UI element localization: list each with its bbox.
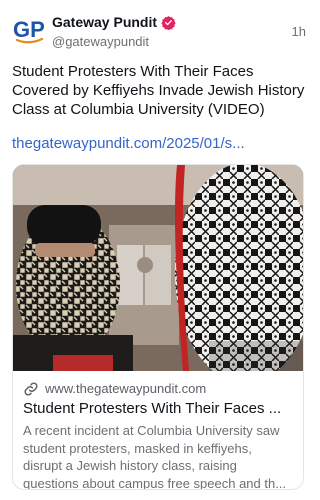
post-text: Student Protesters With Their Faces Cove… bbox=[12, 63, 305, 118]
link-preview-card[interactable]: www.thegatewaypundit.com Student Protest… bbox=[12, 164, 304, 490]
card-image[interactable] bbox=[13, 165, 303, 371]
card-title[interactable]: Student Protesters With Their Faces ... bbox=[23, 399, 293, 418]
display-name[interactable]: Gateway Pundit bbox=[52, 13, 157, 31]
post[interactable]: GP Gateway Pundit @gatewaypundit 1h Stud… bbox=[0, 0, 316, 500]
card-domain: www.thegatewaypundit.com bbox=[45, 381, 207, 396]
card-body: www.thegatewaypundit.com Student Protest… bbox=[13, 371, 303, 490]
post-header: GP Gateway Pundit @gatewaypundit 1h bbox=[12, 10, 306, 52]
card-domain-row: www.thegatewaypundit.com bbox=[23, 381, 293, 397]
avatar[interactable]: GP bbox=[12, 12, 46, 46]
handle[interactable]: @gatewaypundit bbox=[52, 33, 176, 51]
link-icon bbox=[23, 381, 39, 397]
card-description: A recent incident at Columbia University… bbox=[23, 423, 287, 490]
post-timestamp[interactable]: 1h bbox=[292, 24, 306, 39]
gateway-pundit-logo-icon: GP bbox=[13, 17, 45, 44]
post-link[interactable]: thegatewaypundit.com/2025/01/s... bbox=[12, 134, 306, 153]
author-names: Gateway Pundit @gatewaypundit bbox=[52, 13, 176, 51]
verified-badge-icon bbox=[161, 15, 176, 30]
avatar-logo-text: GP bbox=[13, 17, 45, 42]
left-mask-top bbox=[27, 205, 101, 245]
